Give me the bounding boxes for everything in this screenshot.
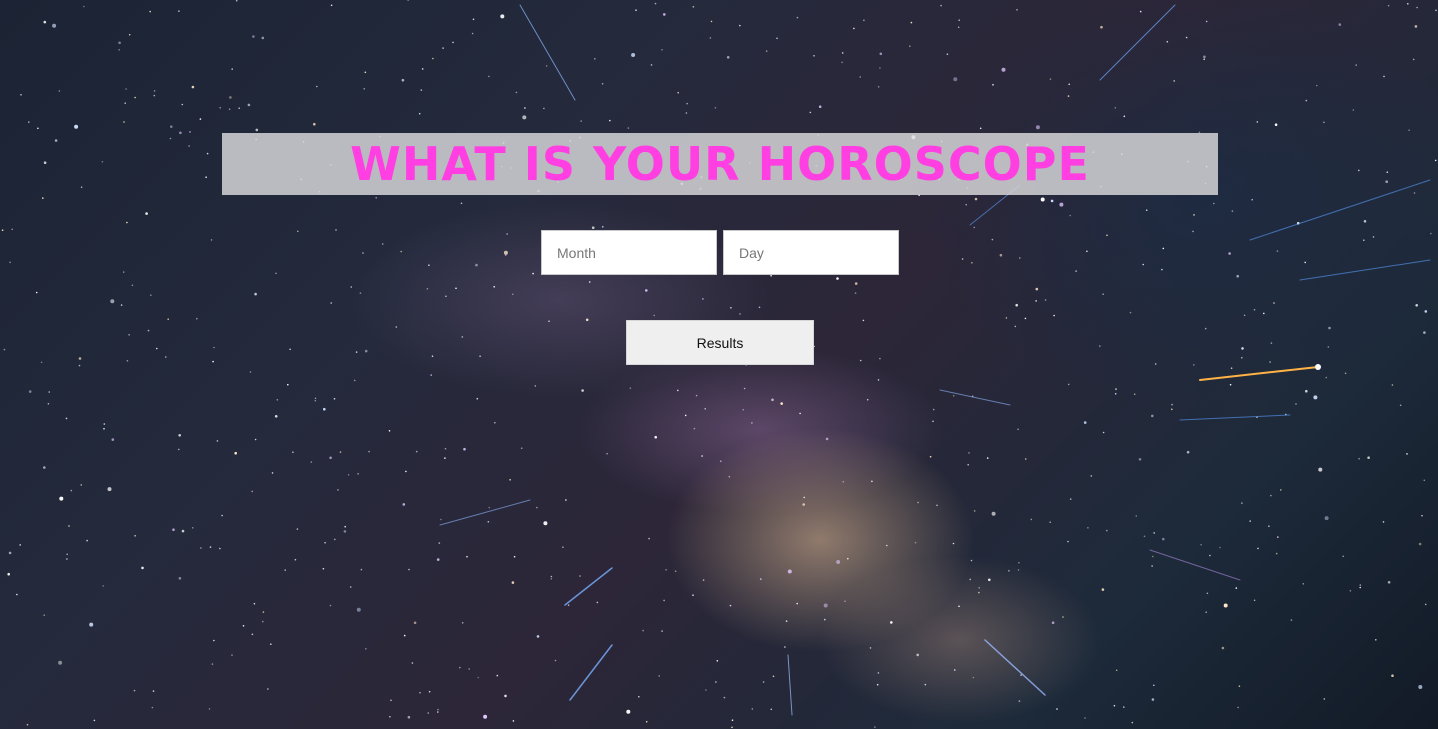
month-input[interactable] [541, 230, 717, 275]
page-title: WHAT IS YOUR HOROSCOPE [350, 137, 1090, 191]
results-button[interactable]: Results [626, 320, 814, 365]
title-banner: WHAT IS YOUR HOROSCOPE [222, 133, 1218, 195]
day-input[interactable] [723, 230, 899, 275]
